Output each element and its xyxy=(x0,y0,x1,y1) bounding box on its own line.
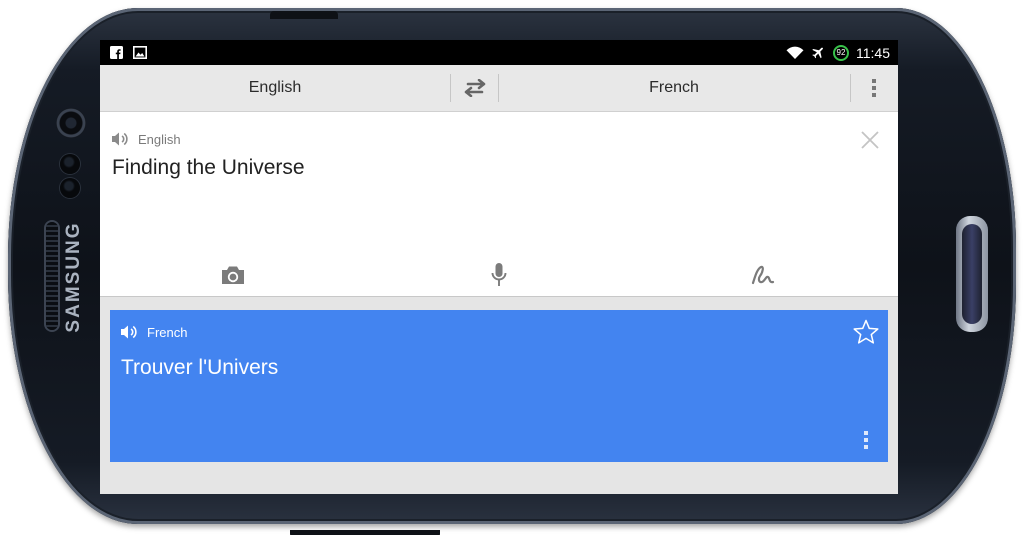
camera-icon xyxy=(222,266,244,284)
target-language-button[interactable]: French xyxy=(499,65,849,111)
source-language-label: English xyxy=(248,79,302,96)
wifi-icon xyxy=(786,46,804,59)
translated-text: Trouver l'Univers xyxy=(121,356,279,379)
light-sensor-icon xyxy=(60,178,80,198)
overflow-menu-icon xyxy=(864,431,868,449)
device-stage: SAMSUNG 92 11:45 English French English … xyxy=(0,0,1024,535)
airplane-mode-icon xyxy=(812,47,823,59)
home-button[interactable] xyxy=(956,216,988,332)
translation-result-card[interactable]: French Trouver l'Univers xyxy=(110,310,888,462)
brand-text: SAMSUNG xyxy=(63,221,84,333)
status-time: 11:45 xyxy=(856,44,890,61)
result-language-row: French xyxy=(120,323,187,341)
input-language-label: English xyxy=(138,131,181,147)
camera-button[interactable] xyxy=(215,260,251,290)
speaker-icon[interactable] xyxy=(111,131,129,147)
status-bar: 92 11:45 xyxy=(100,40,898,65)
power-button xyxy=(270,11,338,19)
result-overflow-menu-button[interactable] xyxy=(858,428,874,452)
volume-button xyxy=(290,530,440,535)
overflow-menu-icon xyxy=(872,79,876,97)
swap-languages-button[interactable] xyxy=(450,65,499,111)
close-icon[interactable] xyxy=(858,128,882,152)
swap-arrows-icon xyxy=(464,79,485,97)
microphone-button[interactable] xyxy=(481,260,517,290)
overflow-menu-button[interactable] xyxy=(850,65,898,111)
result-language-label: French xyxy=(147,324,188,340)
speaker-icon[interactable] xyxy=(120,324,138,340)
phone-screen: 92 11:45 English French English Finding … xyxy=(100,40,898,494)
earpiece-speaker xyxy=(46,222,58,330)
front-camera-icon xyxy=(56,108,86,138)
handwriting-button[interactable] xyxy=(745,260,781,290)
facebook-icon xyxy=(110,46,123,59)
battery-indicator: 92 xyxy=(833,44,849,61)
image-icon xyxy=(133,46,147,59)
proximity-sensor-icon xyxy=(60,154,80,174)
language-bar: English French xyxy=(100,65,898,112)
target-language-label: French xyxy=(649,79,699,96)
source-text-input[interactable]: Finding the Universe xyxy=(112,156,305,180)
star-outline-icon[interactable] xyxy=(852,318,880,346)
handwriting-icon xyxy=(751,265,775,285)
system-status-icons: 92 11:45 xyxy=(786,40,890,65)
input-language-row: English xyxy=(111,130,181,148)
microphone-icon xyxy=(491,263,507,286)
input-card: English Finding the Universe xyxy=(100,112,898,297)
source-language-button[interactable]: English xyxy=(100,65,450,111)
notification-icons xyxy=(110,45,147,60)
